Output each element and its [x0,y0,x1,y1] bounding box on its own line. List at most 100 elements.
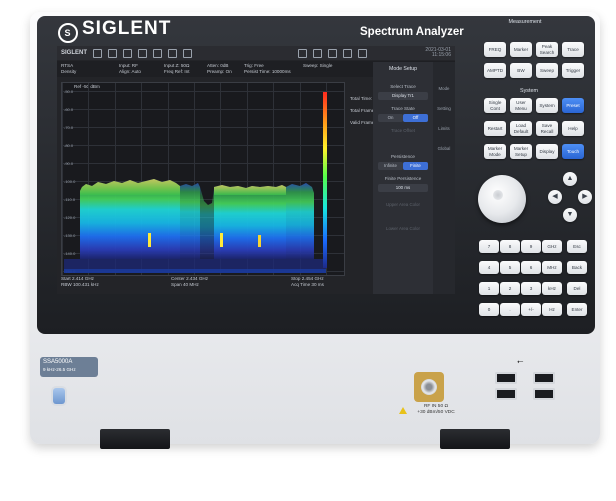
restart-key[interactable]: Restart [484,121,506,136]
help-key[interactable]: Help [562,121,584,136]
save-recall-key[interactable]: Save Recall [536,121,558,136]
side-tab-global[interactable]: Global [433,146,455,151]
clock-icon[interactable] [313,48,323,58]
mode-setup-menu[interactable]: Mode Setup Select Trace Display Tr1 Trac… [373,62,433,294]
camera-icon[interactable] [298,48,308,58]
3-key[interactable]: 3 [521,282,541,295]
8-key[interactable]: 8 [500,240,520,253]
knob-dimple [493,190,503,200]
khz-key[interactable]: kHz [542,282,562,295]
toolbar-brand: SIGLENT [61,50,88,56]
density-spectrum-plot[interactable]: Ref -50 dBm -50.0 -60.0 -70.0 -80.0 -90.0 -10… [61,82,345,276]
-key[interactable]: +/- [521,303,541,316]
6-key[interactable]: 6 [521,261,541,274]
lower-area-color-item[interactable]: Lower Area Color [378,226,428,231]
gear-icon[interactable] [358,48,368,58]
persistence-toggle[interactable]: Infinite Finite [378,162,428,170]
rf-input-connector[interactable] [421,379,437,395]
settings-icon[interactable] [168,48,178,58]
user-menu-key[interactable]: User Menu [510,98,532,113]
persistence-infinite[interactable]: Infinite [378,162,403,170]
finite-persistence-field[interactable]: 100 ms [378,184,428,192]
marker-icon[interactable] [123,48,133,58]
upper-area-color-item[interactable]: Upper Area Color [378,202,428,207]
7-key[interactable]: 7 [479,240,499,253]
screen-toolbar: SIGLENT 2021-03-01 11:15:06 [57,46,455,60]
sweep-readout: Sweep: Single [303,63,333,68]
mhz-key[interactable]: MHz [542,261,562,274]
amptd-key[interactable]: AMPTD [484,63,506,78]
-key[interactable]: . [500,303,520,316]
single-cont-key[interactable]: Single Cont [484,98,506,113]
trace-state-off[interactable]: Off [403,114,428,122]
atten-readout: Atten: 0dB Preamp: On [207,63,232,74]
usb-port[interactable] [533,372,555,384]
select-trace-dropdown[interactable]: Display Tr1 [378,92,428,100]
usb-port[interactable] [495,372,517,384]
preset-key[interactable]: Preset [562,98,584,113]
lcd-screen[interactable]: SIGLENT 2021-03-01 11:15:06 RTSA Density … [57,46,455,294]
del-key[interactable]: Del [567,282,587,295]
sweep-key[interactable]: Sweep [536,63,558,78]
side-tab-mode[interactable]: Mode [433,86,455,91]
refresh-icon[interactable] [153,48,163,58]
trace-key[interactable]: Trace [562,42,584,57]
marker-mode-key[interactable]: Marker Mode [484,144,506,159]
esc-key[interactable]: Esc [567,240,587,253]
load-default-key[interactable]: Load Default [510,121,532,136]
mode-readout: RTSA Density [61,63,77,74]
window-icon[interactable] [183,48,193,58]
1-key[interactable]: 1 [479,282,499,295]
arrow-down-key[interactable]: ▼ [563,208,577,222]
9-key[interactable]: 9 [521,240,541,253]
redo-icon[interactable] [108,48,118,58]
trace-state-on[interactable]: On [378,114,403,122]
persistence-finite[interactable]: Finite [403,162,428,170]
rotary-knob[interactable] [478,175,526,223]
bw-key[interactable]: BW [510,63,532,78]
peak-icon[interactable] [138,48,148,58]
center-freq: Center 2.434 GHz Span 40 MHz [171,276,209,287]
side-tab-setting[interactable]: Setting [433,106,455,111]
trigger-key[interactable]: Trigger [562,63,584,78]
touch-key[interactable]: Touch [562,144,584,159]
start-freq: Start 2.414 GHz RBW 100.431 kHz [61,276,99,287]
display-key[interactable]: Display [536,144,558,159]
ghz-key[interactable]: GHz [542,240,562,253]
arrow-left-key[interactable]: ◀ [548,190,562,204]
marker-setup-key[interactable]: Marker Setup [510,144,532,159]
stop-freq: Stop 2.454 GHz Acq Time 30 ms [291,276,324,287]
tools-icon[interactable] [343,48,353,58]
side-tab-limits[interactable]: Limits [433,126,455,131]
finite-persistence-label: Finite Persistence [384,176,422,181]
density-color-scale [323,92,327,268]
enter-key[interactable]: Enter [567,303,587,316]
usb-icon: ⭠ [517,357,524,366]
5-key[interactable]: 5 [500,261,520,274]
menu-title: Mode Setup [389,66,417,72]
system-key[interactable]: System [536,98,558,113]
file-icon[interactable] [328,48,338,58]
arrow-up-key[interactable]: ▲ [563,172,577,186]
left-foot [100,429,170,449]
2-key[interactable]: 2 [500,282,520,295]
right-foot [440,429,510,449]
usb-port[interactable] [533,388,555,400]
side-tab-bar[interactable]: Mode Setting Limits Global [433,62,455,294]
freq-key[interactable]: FREQ [484,42,506,57]
arrow-right-key[interactable]: ▶ [578,190,592,204]
hz-key[interactable]: Hz [542,303,562,316]
marker-key[interactable]: Marker [510,42,532,57]
trace-state-toggle[interactable]: On Off [378,114,428,122]
select-trace-label: Select Trace [390,84,416,89]
persistence-label: Persistence [390,154,415,159]
usb-port[interactable] [495,388,517,400]
0-key[interactable]: 0 [479,303,499,316]
back-key[interactable]: Back [567,261,587,274]
peak-search-key[interactable]: Peak Search [536,42,558,57]
undo-icon[interactable] [93,48,103,58]
trace-offset-item[interactable]: Trace Offset [378,128,428,133]
power-button[interactable] [53,388,65,404]
4-key[interactable]: 4 [479,261,499,274]
model-plate: SSA5000A 9 kHz-26.5 GHz [40,357,98,377]
